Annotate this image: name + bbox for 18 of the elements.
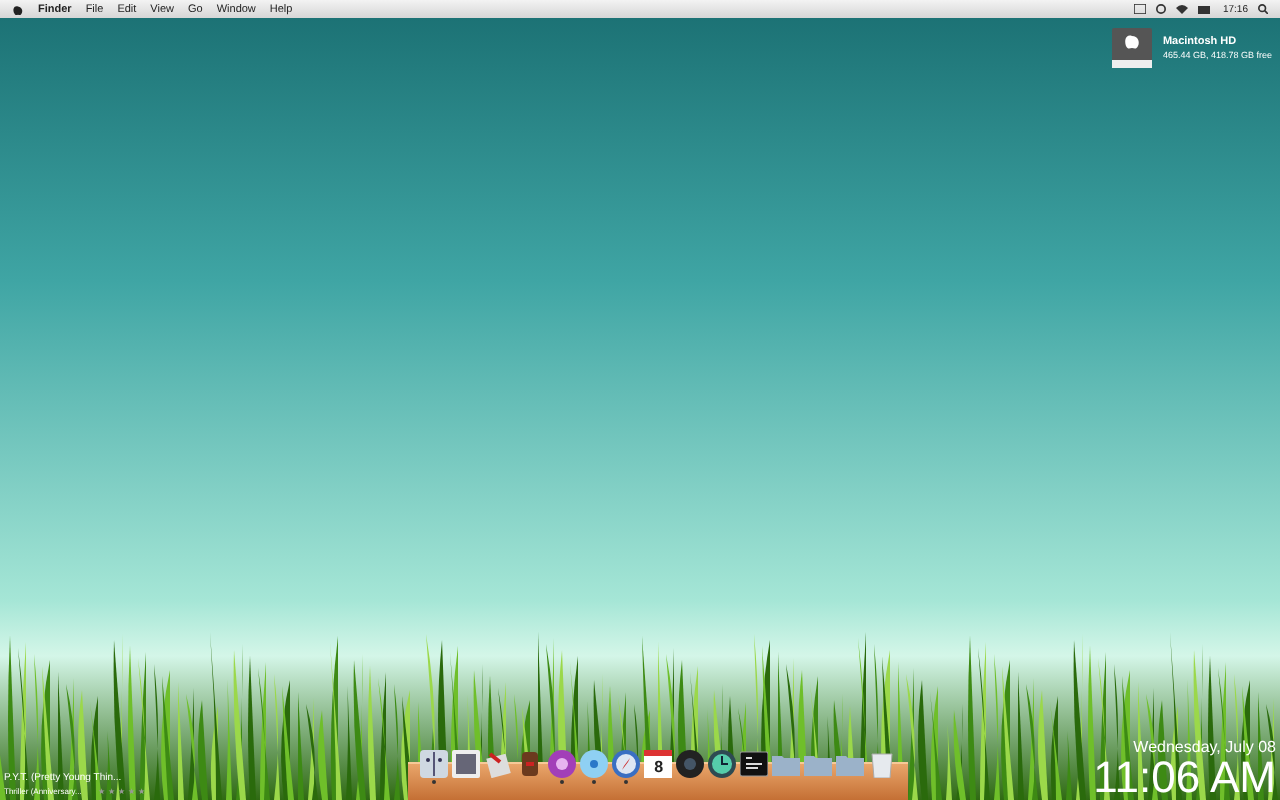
script-icon[interactable]: [484, 750, 513, 778]
camera-lens-icon[interactable]: [676, 750, 705, 778]
trash-icon[interactable]: [868, 750, 897, 778]
mail-icon[interactable]: [1134, 4, 1147, 14]
terminal-icon[interactable]: [740, 750, 769, 778]
music-disc-icon[interactable]: [580, 750, 609, 778]
music-orb-icon[interactable]: [548, 750, 577, 778]
finder-face-icon[interactable]: [420, 750, 449, 778]
search-icon[interactable]: [1258, 4, 1268, 14]
date-text: Wednesday, July 08: [1133, 738, 1276, 756]
hard-drive-icon[interactable]: [1110, 26, 1155, 70]
compass-icon[interactable]: [612, 750, 641, 778]
wifi-icon[interactable]: [1176, 4, 1189, 14]
apple-icon[interactable]: [12, 3, 24, 15]
time-text: 11:06 AM: [1093, 756, 1276, 800]
calendar-icon[interactable]: 8: [644, 750, 673, 778]
folder-icon[interactable]: [836, 750, 865, 778]
battery-icon[interactable]: [1198, 5, 1213, 13]
